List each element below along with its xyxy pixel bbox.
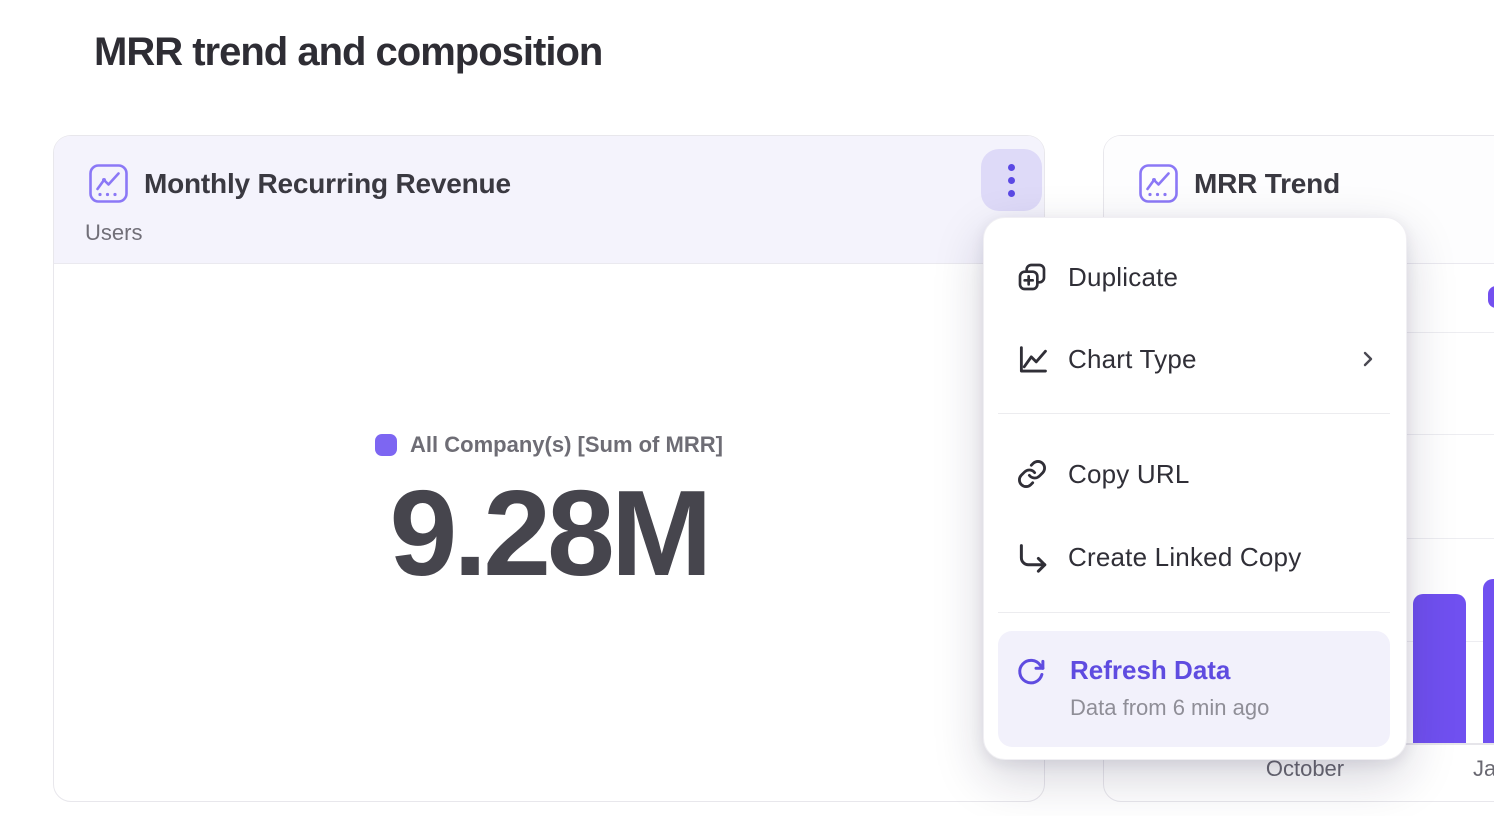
- menu-item-copy-url[interactable]: Copy URL: [984, 448, 1406, 500]
- chart-icon: [88, 163, 129, 204]
- legend-label: All Company(s) [Sum of MRR]: [410, 432, 723, 458]
- menu-divider: [998, 612, 1390, 613]
- trend-legend-swatch-partial: [1488, 286, 1494, 308]
- menu-item-label: Copy URL: [1068, 459, 1190, 490]
- x-axis-label: Ja: [1473, 756, 1494, 782]
- refresh-data-label: Refresh Data: [1070, 655, 1230, 686]
- linked-copy-icon: [1014, 539, 1050, 575]
- chevron-right-icon: [1356, 347, 1380, 371]
- mrr-big-number: 9.28M: [389, 472, 708, 594]
- menu-item-duplicate[interactable]: Duplicate: [984, 251, 1406, 303]
- legend: All Company(s) [Sum of MRR]: [375, 432, 723, 458]
- legend-swatch: [375, 434, 397, 456]
- refresh-icon: [1016, 657, 1046, 687]
- chart-icon: [1138, 163, 1179, 204]
- mrr-card: Monthly Recurring Revenue Users All Comp…: [53, 135, 1045, 802]
- mrr-card-body: All Company(s) [Sum of MRR] 9.28M: [54, 264, 1044, 801]
- chart-type-icon: [1014, 341, 1050, 377]
- menu-divider: [998, 413, 1390, 414]
- refresh-data-sublabel: Data from 6 min ago: [1070, 695, 1269, 721]
- menu-item-label: Duplicate: [1068, 262, 1178, 293]
- kebab-menu-button[interactable]: [981, 149, 1042, 211]
- mrr-card-title: Monthly Recurring Revenue: [144, 168, 511, 200]
- duplicate-icon: [1014, 259, 1050, 295]
- page-title: MRR trend and composition: [94, 30, 602, 75]
- mrr-card-subtitle: Users: [85, 220, 142, 246]
- menu-item-chart-type[interactable]: Chart Type: [984, 333, 1406, 385]
- kebab-menu-icon: [1008, 164, 1015, 171]
- link-icon: [1014, 456, 1050, 492]
- trend-card-title: MRR Trend: [1194, 168, 1340, 200]
- menu-item-refresh-data[interactable]: Refresh Data Data from 6 min ago: [998, 631, 1390, 747]
- card-context-menu: Duplicate Chart Type Copy URL: [983, 217, 1407, 760]
- bar-partial[interactable]: [1483, 579, 1494, 743]
- menu-item-label: Chart Type: [1068, 344, 1197, 375]
- menu-item-create-linked-copy[interactable]: Create Linked Copy: [984, 531, 1406, 583]
- menu-item-label: Create Linked Copy: [1068, 542, 1301, 573]
- mrr-card-header: Monthly Recurring Revenue Users: [54, 136, 1044, 264]
- bar-october[interactable]: [1413, 594, 1466, 743]
